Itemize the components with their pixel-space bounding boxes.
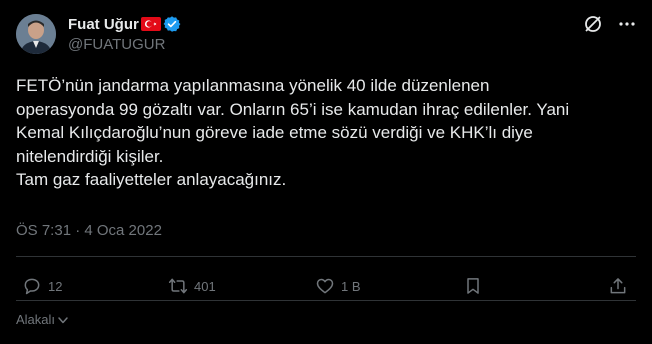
bookmark-button[interactable] [463, 276, 483, 296]
author-display-name[interactable]: Fuat Uğur [68, 16, 139, 33]
reply-icon [24, 278, 40, 295]
reply-button[interactable]: 12 [22, 276, 62, 296]
related-dropdown[interactable]: Alakalı [16, 312, 70, 327]
share-button[interactable] [608, 276, 628, 296]
bookmark-icon [467, 278, 479, 294]
avatar[interactable] [16, 14, 56, 54]
repost-count: 401 [194, 278, 216, 294]
divider [16, 256, 636, 257]
turkey-flag-icon [140, 17, 161, 31]
repost-button[interactable]: 401 [168, 276, 216, 296]
tweet-timestamp[interactable]: ÖS 7:31 · 4 Oca 2022 [16, 222, 162, 239]
heart-icon [316, 278, 334, 294]
share-icon [610, 278, 626, 294]
related-label: Alakalı [16, 312, 56, 327]
tweet-text: FETÖ’nün jandarma yapılanmasına yönelik … [16, 76, 570, 189]
more-icon[interactable] [617, 14, 637, 34]
author-handle[interactable]: @FUATUGUR [68, 36, 165, 53]
chevron-down-icon [58, 316, 68, 323]
repost-icon [168, 278, 188, 294]
author-name-row: Fuat Uğur [68, 14, 181, 34]
divider [16, 300, 636, 301]
like-button[interactable]: 1 B [315, 276, 361, 296]
reply-count: 12 [48, 278, 63, 294]
grok-icon[interactable] [583, 14, 603, 34]
like-count: 1 B [341, 278, 361, 294]
verified-badge-icon[interactable] [163, 15, 181, 33]
